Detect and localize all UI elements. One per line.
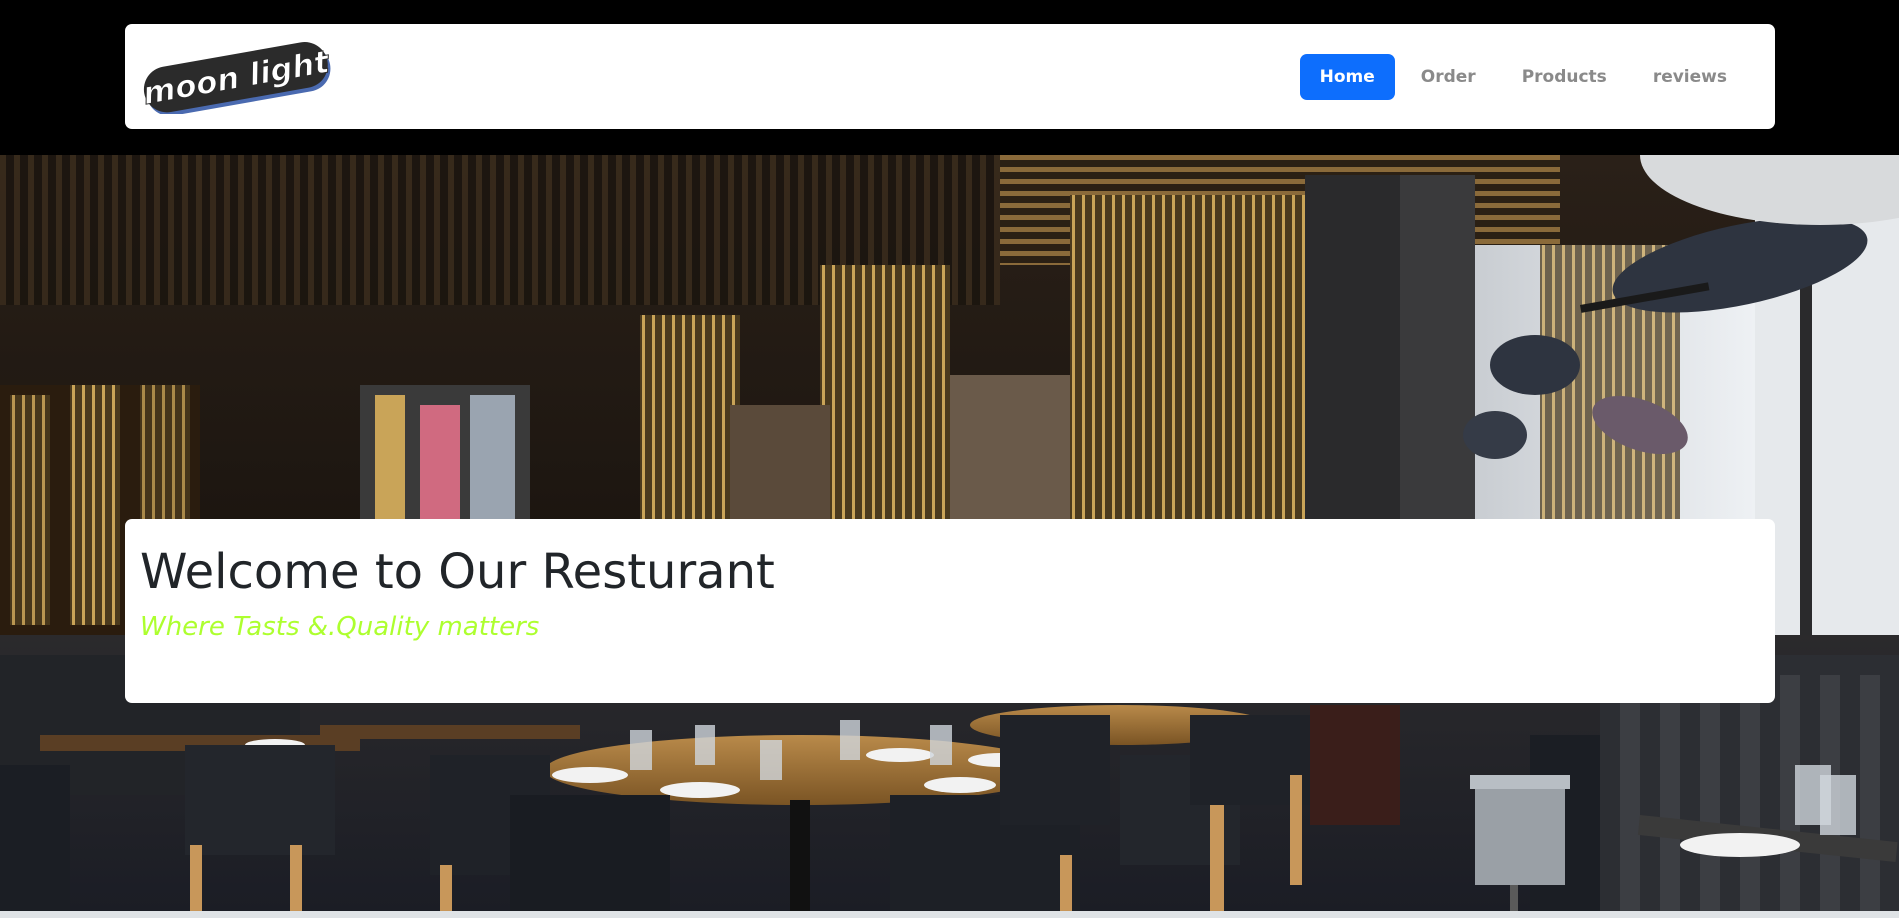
nav-home-link[interactable]: Home (1299, 54, 1395, 100)
bottom-strip (0, 911, 1899, 918)
nav-products-link[interactable]: Products (1502, 54, 1627, 100)
navbar: moon light Home Order Products reviews (125, 24, 1775, 129)
nav-reviews-link[interactable]: reviews (1633, 54, 1747, 100)
welcome-subtitle: Where Tasts &.Quality matters (140, 612, 540, 643)
welcome-title: Welcome to Our Resturant (140, 544, 775, 600)
nav-order-link[interactable]: Order (1401, 54, 1496, 100)
page: moon light Home Order Products reviews W… (0, 0, 1899, 918)
welcome-card: Welcome to Our Resturant Where Tasts &.Q… (125, 519, 1775, 703)
moon-light-logo[interactable]: moon light (139, 42, 335, 116)
nav-links: Home Order Products reviews (1299, 54, 1747, 100)
